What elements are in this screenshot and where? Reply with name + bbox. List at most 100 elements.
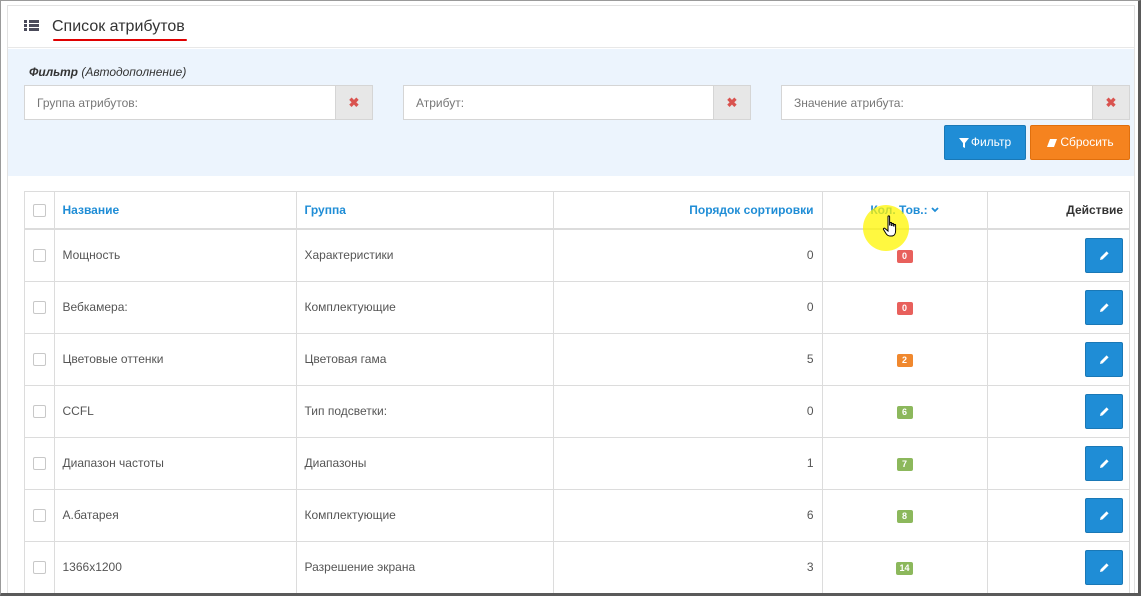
attribute-input[interactable] [404,86,713,119]
cell-name: 1366x1200 [54,541,297,593]
cell-action [987,333,1129,386]
row-select-cell [25,437,55,490]
cell-name: А.батарея [54,489,297,542]
page-title: Список атрибутов [52,18,185,35]
row-select-cell [25,385,55,438]
cell-group: Диапазоны [296,437,554,490]
select-all-checkbox[interactable] [32,204,46,218]
hand-pointer-icon [882,215,897,237]
edit-button[interactable] [1085,445,1123,481]
attribute-value-filter: ✖ [781,85,1130,120]
pencil-icon [1100,251,1109,260]
funnel-icon [958,138,969,148]
cell-name: Цветовые оттенки [54,333,297,386]
row-checkbox[interactable] [32,353,46,367]
cell-sort-order: 1 [553,437,823,490]
list-icon [24,20,39,31]
cell-group: Тип подсветки: [296,385,554,438]
count-badge: 8 [896,509,913,523]
count-badge: 0 [896,249,913,263]
cell-action [987,385,1129,438]
cell-sort-order: 0 [553,229,823,282]
clear-attribute-button[interactable]: ✖ [713,86,750,119]
column-header-group[interactable]: Группа [296,192,554,230]
filter-heading: Фильтр (Автодополнение) [29,65,186,79]
column-header-name[interactable]: Название [54,192,297,230]
edit-button[interactable] [1085,497,1123,533]
cell-sort-order: 6 [553,489,823,542]
filter-heading-note: (Автодополнение) [78,65,187,79]
cell-sort-order: 0 [553,385,823,438]
filter-button-label: Фильтр [970,135,1012,149]
eraser-icon [1047,139,1058,147]
reset-button-label: Сбросить [1060,135,1114,149]
column-header-action: Действие [987,192,1129,230]
edit-button[interactable] [1085,237,1123,273]
table-row: Вебкамера: Комплектующие 0 0 [25,281,1129,334]
title-underline [53,39,187,41]
attributes-table-wrapper: Название Группа Порядок сортировки Кол. … [24,191,1130,593]
pencil-icon [1100,302,1109,312]
page: Список атрибутов Фильтр (Автодополнение)… [7,5,1135,593]
cell-count: 8 [822,489,988,542]
cell-group: Разрешение экрана [296,541,554,593]
cell-count: 0 [822,281,988,334]
cell-count: 14 [822,541,988,593]
row-select-cell [25,489,55,542]
cell-sort-order: 3 [553,541,823,593]
row-checkbox[interactable] [32,249,46,263]
cell-group: Характеристики [296,229,554,282]
filter-heading-bold: Фильтр [29,65,78,79]
cell-count: 2 [822,333,988,386]
cell-group: Комплектующие [296,281,554,334]
pencil-icon [1100,406,1109,416]
column-header-sort-order[interactable]: Порядок сортировки [553,192,823,230]
count-badge: 7 [896,457,913,471]
cell-count: 6 [822,385,988,438]
edit-button[interactable] [1085,393,1123,429]
count-badge: 14 [896,561,913,575]
row-checkbox[interactable] [32,457,46,471]
attribute-group-input[interactable] [25,86,335,119]
row-select-cell [25,333,55,386]
cell-name: Вебкамера: [54,281,297,334]
pencil-icon [1100,354,1109,364]
clear-attribute-value-button[interactable]: ✖ [1092,86,1129,119]
cell-sort-order: 5 [553,333,823,386]
table-row: CCFL Тип подсветки: 0 6 [25,385,1129,438]
row-checkbox[interactable] [32,405,46,419]
table-row: Цветовые оттенки Цветовая гама 5 2 [25,333,1129,386]
row-checkbox[interactable] [32,509,46,523]
cell-name: Диапазон частоты [54,437,297,490]
edit-button[interactable] [1085,289,1123,325]
table-row: Диапазон частоты Диапазоны 1 7 [25,437,1129,490]
attribute-value-input[interactable] [782,86,1092,119]
cell-group: Цветовая гама [296,333,554,386]
filter-button[interactable]: Фильтр [944,125,1026,160]
row-select-cell [25,229,55,282]
row-checkbox[interactable] [32,301,46,315]
filter-panel: Фильтр (Автодополнение) ✖ ✖ ✖ Фильтр Сбр… [8,49,1134,176]
table-header-row: Название Группа Порядок сортировки Кол. … [25,192,1129,230]
row-checkbox[interactable] [32,561,46,575]
clear-attribute-group-button[interactable]: ✖ [335,86,372,119]
count-badge: 2 [896,353,913,367]
attribute-filter: ✖ [403,85,751,120]
cell-count: 7 [822,437,988,490]
cell-action [987,229,1129,282]
pencil-icon [1100,510,1109,520]
row-select-cell [25,541,55,593]
cell-name: CCFL [54,385,297,438]
cell-action [987,281,1129,334]
edit-button[interactable] [1085,549,1123,585]
chevron-down-icon [930,207,939,213]
pencil-icon [1100,562,1109,572]
table-row: 1366x1200 Разрешение экрана 3 14 [25,541,1129,593]
page-header: Список атрибутов [8,6,1134,48]
table-row: А.батарея Комплектующие 6 8 [25,489,1129,542]
reset-button[interactable]: Сбросить [1030,125,1130,160]
cell-sort-order: 0 [553,281,823,334]
select-all-cell [25,192,55,230]
edit-button[interactable] [1085,341,1123,377]
table-row: Мощность Характеристики 0 0 [25,229,1129,282]
